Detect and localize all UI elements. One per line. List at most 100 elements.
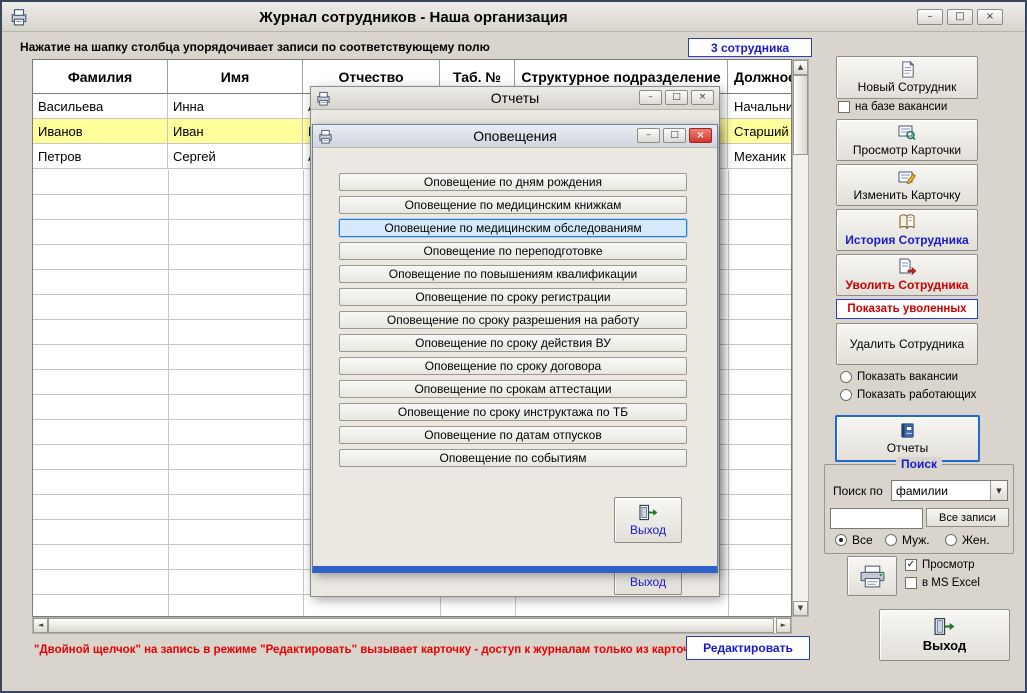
new-employee-button[interactable]: Новый Сотрудник: [836, 56, 978, 99]
cell-surname: Петров: [33, 144, 168, 169]
view-card-button[interactable]: Просмотр Карточки: [836, 119, 978, 161]
main-titlebar: Журнал сотрудников - Наша организация – …: [2, 2, 1025, 32]
scroll-right-button[interactable]: ►: [776, 618, 791, 633]
alert-driver-license-button[interactable]: Оповещение по сроку действия ВУ: [339, 334, 687, 352]
scroll-down-button[interactable]: ▼: [793, 601, 808, 616]
grid-line: [728, 170, 729, 616]
check-icon: ✓: [907, 560, 915, 570]
minimize-button[interactable]: –: [639, 90, 662, 105]
excel-checkbox[interactable]: [905, 577, 917, 589]
reports-book-icon: [899, 422, 916, 439]
vertical-scroll-thumb[interactable]: [793, 75, 808, 155]
alerts-exit-label: Выход: [630, 523, 666, 537]
employee-history-label: История Сотрудника: [845, 233, 968, 247]
excel-label: в MS Excel: [922, 577, 980, 589]
reports-dialog-titlebar: Отчеты – □ ×: [311, 87, 719, 110]
employee-history-button[interactable]: История Сотрудника: [836, 209, 978, 251]
show-working-radio[interactable]: [840, 389, 852, 401]
filter-all-radio[interactable]: [835, 534, 847, 546]
edit-mode-button[interactable]: Редактировать: [686, 636, 810, 660]
horizontal-scroll-thumb[interactable]: [48, 618, 774, 633]
close-button[interactable]: ×: [689, 128, 712, 143]
main-exit-button[interactable]: Выход: [879, 609, 1010, 661]
alerts-exit-button[interactable]: Выход: [614, 497, 682, 543]
maximize-button[interactable]: □: [663, 128, 686, 143]
alert-work-permit-button[interactable]: Оповещение по сроку разрешения на работу: [339, 311, 687, 329]
vacancy-base-label: на базе вакансии: [855, 101, 947, 113]
dismiss-icon: [898, 258, 916, 276]
column-header-position[interactable]: Должность: [728, 60, 792, 93]
show-working-radio-row[interactable]: Показать работающих: [840, 389, 976, 401]
show-vacancies-radio-row[interactable]: Показать вакансии: [840, 371, 958, 383]
grid-line: [168, 170, 169, 616]
vacancy-base-checkbox-row[interactable]: на базе вакансии: [838, 101, 947, 113]
scroll-left-button[interactable]: ◄: [33, 618, 48, 633]
search-input[interactable]: [830, 508, 923, 529]
preview-checkbox[interactable]: ✓: [905, 559, 917, 571]
alert-medical-books-button[interactable]: Оповещение по медицинским книжкам: [339, 196, 687, 214]
filter-female-radio[interactable]: [945, 534, 957, 546]
filter-all-radio-row[interactable]: Все: [835, 533, 873, 547]
new-document-icon: [899, 61, 916, 78]
dropdown-arrow-button[interactable]: ▼: [990, 481, 1007, 500]
minimize-button[interactable]: –: [917, 9, 943, 25]
minimize-icon: –: [646, 131, 651, 140]
alert-events-button[interactable]: Оповещение по событиям: [339, 449, 687, 467]
alert-attestation-button[interactable]: Оповещение по срокам аттестации: [339, 380, 687, 398]
edit-card-button[interactable]: Изменить Карточку: [836, 164, 978, 206]
filter-male-radio-row[interactable]: Муж.: [885, 533, 930, 547]
dismiss-employee-button[interactable]: Уволить Сотрудника: [836, 254, 978, 296]
minimize-icon: –: [928, 12, 933, 22]
search-by-dropdown[interactable]: фамилии ▼: [891, 480, 1008, 501]
alert-contract-button[interactable]: Оповещение по сроку договора: [339, 357, 687, 375]
scroll-up-button[interactable]: ▲: [793, 60, 808, 75]
alert-birthday-button[interactable]: Оповещение по дням рождения: [339, 173, 687, 191]
search-by-value: фамилии: [892, 484, 990, 498]
preview-label: Просмотр: [922, 559, 975, 571]
search-legend: Поиск: [896, 457, 942, 471]
cell-name: Сергей: [168, 144, 303, 169]
horizontal-scrollbar[interactable]: ◄ ►: [32, 617, 792, 634]
arrow-down-icon: ▼: [798, 605, 803, 612]
alerts-dialog-titlebar: Оповещения – □ ×: [313, 125, 717, 148]
print-button[interactable]: [847, 556, 897, 596]
exit-icon: [638, 504, 659, 521]
delete-employee-button[interactable]: Удалить Сотрудника: [836, 323, 978, 365]
dismiss-employee-label: Уволить Сотрудника: [846, 278, 969, 292]
close-button[interactable]: ×: [691, 90, 714, 105]
vacancy-base-checkbox[interactable]: [838, 101, 850, 113]
alert-registration-button[interactable]: Оповещение по сроку регистрации: [339, 288, 687, 306]
filter-male-radio[interactable]: [885, 534, 897, 546]
edit-card-label: Изменить Карточку: [854, 188, 961, 202]
show-dismissed-button[interactable]: Показать уволенных: [836, 299, 978, 319]
show-working-label: Показать работающих: [857, 389, 976, 401]
minimize-button[interactable]: –: [637, 128, 660, 143]
preview-checkbox-row[interactable]: ✓ Просмотр: [905, 559, 975, 571]
alert-vacation-dates-button[interactable]: Оповещение по датам отпусков: [339, 426, 687, 444]
all-records-button[interactable]: Все записи: [926, 508, 1009, 527]
vertical-scrollbar[interactable]: ▲ ▼: [792, 59, 809, 617]
window-title: Журнал сотрудников - Наша организация: [2, 9, 825, 26]
maximize-icon: □: [672, 93, 681, 102]
column-header-name[interactable]: Имя: [168, 60, 303, 93]
excel-checkbox-row[interactable]: в MS Excel: [905, 577, 980, 589]
show-vacancies-radio[interactable]: [840, 371, 852, 383]
cell-surname: Иванов: [33, 119, 168, 144]
alert-retraining-button[interactable]: Оповещение по переподготовке: [339, 242, 687, 260]
reports-button[interactable]: Отчеты: [835, 415, 980, 462]
chevron-down-icon: ▼: [996, 487, 1001, 495]
close-icon: ×: [696, 131, 704, 141]
maximize-button[interactable]: □: [665, 90, 688, 105]
filter-female-label: Жен.: [962, 533, 990, 547]
arrow-up-icon: ▲: [798, 64, 803, 71]
alert-qualification-button[interactable]: Оповещение по повышениям квалификации: [339, 265, 687, 283]
alerts-dialog: Оповещения – □ × Оповещение по дням рожд…: [312, 124, 718, 573]
alert-safety-briefing-button[interactable]: Оповещение по сроку инструктажа по ТБ: [339, 403, 687, 421]
close-button[interactable]: ×: [977, 9, 1003, 25]
maximize-button[interactable]: □: [947, 9, 973, 25]
exit-icon: [933, 617, 956, 636]
column-header-surname[interactable]: Фамилия: [33, 60, 168, 93]
alert-medical-exams-button[interactable]: Оповещение по медицинским обследованиям: [339, 219, 687, 237]
search-by-label: Поиск по: [833, 484, 883, 498]
filter-female-radio-row[interactable]: Жен.: [945, 533, 990, 547]
